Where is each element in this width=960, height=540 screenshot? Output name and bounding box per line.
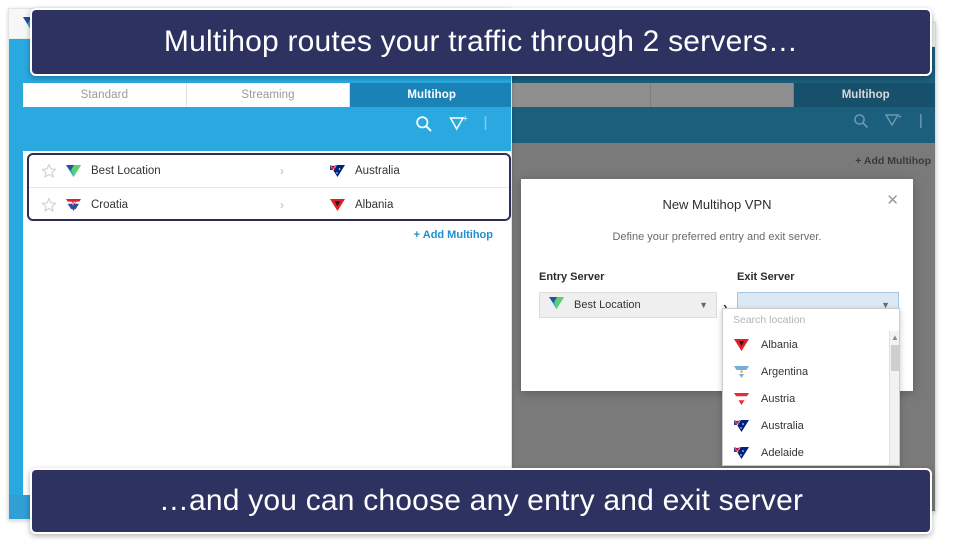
header-toolbar: + — [415, 114, 501, 133]
add-multihop-button[interactable]: + Add Multihop — [414, 229, 493, 241]
bottom-caption-text: …and you can choose any entry and exit s… — [158, 484, 804, 517]
dialog-title: New Multihop VPN — [662, 197, 772, 212]
star-outline-icon[interactable] — [41, 197, 57, 213]
dropdown-item-label: Albania — [761, 338, 798, 351]
dialog-close-icon[interactable]: ✕ — [886, 193, 899, 208]
dropdown-item-label: Austria — [761, 392, 796, 405]
row-exit-label: Australia — [355, 165, 400, 177]
tab-multihop[interactable]: Multihop — [794, 83, 935, 107]
top-caption-banner: Multihop routes your traffic through 2 s… — [30, 8, 932, 76]
table-row[interactable]: Best Location › Australia — [29, 155, 509, 188]
row-entry-cell: Croatia — [35, 197, 271, 213]
tab-streaming[interactable]: Streaming — [650, 83, 795, 107]
argentina-flag-icon — [733, 364, 751, 380]
bottom-caption-banner: …and you can choose any entry and exit s… — [30, 468, 932, 534]
albania-flag-icon — [329, 197, 347, 213]
search-location-input[interactable]: Search location — [723, 309, 899, 331]
best-location-flag-icon — [548, 296, 566, 314]
row-entry-cell: Best Location — [35, 163, 271, 179]
dropdown-item-adelaide[interactable]: Adelaide — [723, 439, 899, 465]
dropdown-item-austria[interactable]: Austria — [723, 385, 899, 412]
dropdown-item-label: Australia — [761, 419, 804, 432]
australia-flag-icon — [733, 418, 751, 434]
dropdown-item-label: Argentina — [761, 365, 809, 378]
australia-flag-icon — [329, 163, 347, 179]
entry-server-select[interactable]: Best Location ▼ — [539, 292, 717, 318]
adelaide-flag-icon — [733, 445, 751, 461]
tab-bar: Standard Streaming Multihop — [23, 83, 511, 107]
exit-server-label: Exit Server — [737, 271, 795, 283]
scrollbar-thumb[interactable] — [891, 345, 899, 371]
chevron-down-icon: ▼ — [699, 300, 708, 310]
exit-server-dropdown[interactable]: Search location Albania Argentina Austri… — [722, 308, 900, 466]
add-multihop-button-background[interactable]: + Add Multihop — [855, 155, 931, 167]
chevron-right-icon: › — [280, 164, 284, 178]
tab-standard[interactable]: Standard — [507, 83, 651, 107]
table-row[interactable]: Croatia › Albania — [29, 188, 509, 219]
chevron-up-icon[interactable]: ▲ — [891, 332, 899, 344]
foreground-left-rail — [9, 39, 23, 519]
more-options-icon[interactable] — [919, 114, 923, 133]
flag-plus-icon[interactable]: + — [884, 112, 903, 134]
dropdown-scrollbar[interactable]: ▲ — [889, 331, 899, 465]
chevron-right-icon: › — [280, 197, 284, 212]
background-toolbar: + — [853, 112, 923, 134]
multihop-list: Best Location › Australia Croatia › Alba… — [27, 153, 511, 221]
flag-plus-icon[interactable]: + — [449, 114, 468, 133]
search-icon[interactable] — [415, 115, 433, 133]
more-options-icon[interactable] — [483, 115, 501, 133]
row-exit-cell: Australia — [329, 163, 503, 179]
entry-server-group: Entry Server Best Location ▼ — [539, 271, 717, 318]
entry-server-label: Entry Server — [539, 271, 605, 283]
austria-flag-icon — [733, 391, 751, 407]
entry-server-value: Best Location — [574, 299, 641, 311]
dropdown-item-albania[interactable]: Albania — [723, 331, 899, 358]
svg-text:+: + — [463, 115, 468, 124]
dropdown-item-label: Adelaide — [761, 446, 804, 459]
dropdown-item-australia[interactable]: Australia — [723, 412, 899, 439]
svg-text:+: + — [898, 113, 903, 121]
croatia-flag-icon — [65, 197, 83, 213]
row-entry-label: Croatia — [91, 198, 129, 211]
dropdown-item-argentina[interactable]: Argentina — [723, 358, 899, 385]
background-tab-bar: Standard Streaming Multihop — [507, 83, 935, 107]
top-caption-text: Multihop routes your traffic through 2 s… — [163, 25, 799, 58]
row-exit-label: Albania — [355, 198, 394, 211]
tab-standard[interactable]: Standard — [23, 83, 187, 107]
tab-multihop[interactable]: Multihop — [350, 83, 511, 107]
dialog-subtitle: Define your preferred entry and exit ser… — [612, 231, 822, 243]
row-exit-cell: Albania — [329, 197, 503, 213]
albania-flag-icon — [733, 337, 751, 353]
search-icon[interactable] — [853, 113, 869, 134]
row-entry-label: Best Location — [91, 165, 161, 177]
tab-streaming[interactable]: Streaming — [186, 83, 351, 107]
foreground-app-window: Standard Streaming Multihop + Best Locat… — [8, 8, 512, 520]
best-location-flag-icon — [65, 163, 83, 179]
star-outline-icon[interactable] — [41, 163, 57, 179]
screenshot-root: ✕ Standard Streaming Multihop + — [0, 0, 960, 540]
